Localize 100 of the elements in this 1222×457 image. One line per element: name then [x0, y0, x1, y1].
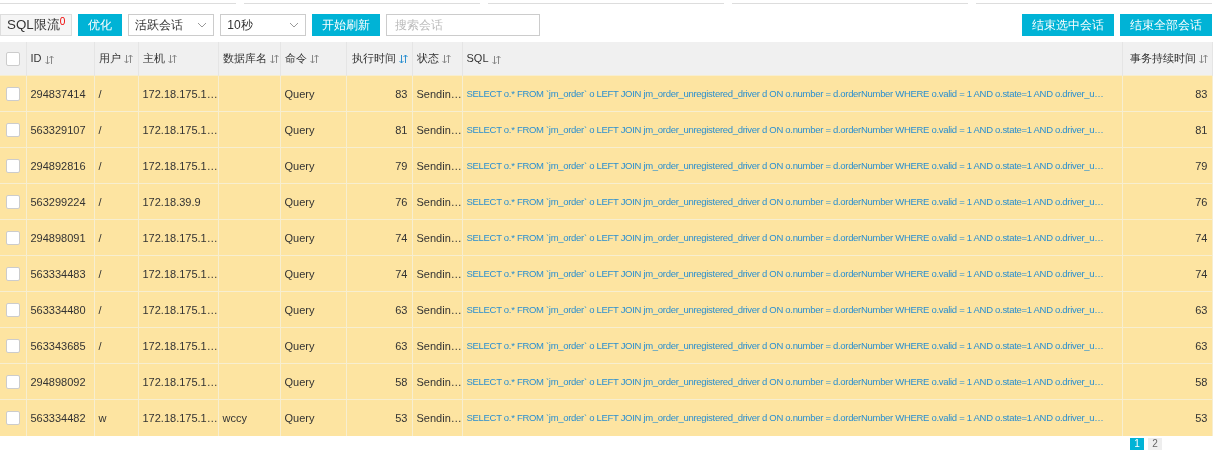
- table-cell: Sendin…: [416, 339, 462, 352]
- table-cell: /: [98, 303, 102, 316]
- table-cell: 563329107: [30, 123, 86, 136]
- table-cell: Query: [284, 195, 315, 208]
- table-cell: 81: [395, 123, 408, 136]
- checkbox[interactable]: [5, 194, 20, 209]
- table-cell: 53: [1195, 411, 1208, 424]
- checkbox[interactable]: [5, 410, 20, 425]
- table-cell: 63: [395, 339, 408, 352]
- table-cell: 79: [1195, 159, 1208, 172]
- table-cell: Query: [284, 339, 315, 352]
- table-cell: 563334482: [30, 411, 86, 424]
- table-cell: Query: [284, 303, 315, 316]
- table-cell: Query: [284, 123, 315, 136]
- sql-text: SELECT o.* FROM `jm_order` o LEFT JOIN jm_order_unregistered_driver d ON o.number = d.orderNumber WHERE o.valid = 1 AND o.state=1 AND o.driver_u…: [466, 196, 1104, 207]
- column-header[interactable]: 状态: [412, 42, 462, 76]
- table-cell: 172.18.175.1…: [142, 159, 218, 172]
- table-cell: 76: [1195, 195, 1208, 208]
- sql-text: SELECT o.* FROM `jm_order` o LEFT JOIN jm_order_unregistered_driver d ON o.number = d.orderNumber WHERE o.valid = 1 AND o.state=1 AND o.driver_u…: [466, 304, 1104, 315]
- table-cell: Query: [284, 411, 315, 424]
- table-cell: Query: [284, 375, 315, 388]
- sql-text: SELECT o.* FROM `jm_order` o LEFT JOIN jm_order_unregistered_driver d ON o.number = d.orderNumber WHERE o.valid = 1 AND o.state=1 AND o.driver_u…: [466, 124, 1104, 135]
- search-field[interactable]: 搜索会话: [386, 14, 541, 36]
- table-cell: 294892816: [30, 159, 86, 172]
- table-cell: 74: [395, 267, 408, 280]
- sort-icon[interactable]: [167, 54, 177, 65]
- column-header[interactable]: 用户: [94, 42, 138, 76]
- sql-text: SELECT o.* FROM `jm_order` o LEFT JOIN jm_order_unregistered_driver d ON o.number = d.orderNumber WHERE o.valid = 1 AND o.state=1 AND o.driver_u…: [466, 340, 1104, 351]
- table-cell: Sendin…: [416, 303, 462, 316]
- sort-icon[interactable]: [1198, 54, 1208, 65]
- column-header[interactable]: 主机: [138, 42, 218, 76]
- table-cell: /: [98, 339, 102, 352]
- page-button[interactable]: 2: [1148, 437, 1162, 450]
- sql-text: SELECT o.* FROM `jm_order` o LEFT JOIN jm_order_unregistered_driver d ON o.number = d.orderNumber WHERE o.valid = 1 AND o.state=1 AND o.driver_u…: [466, 268, 1104, 279]
- sort-icon[interactable]: [491, 54, 501, 65]
- table-cell: 63: [1195, 303, 1208, 316]
- sort-icon[interactable]: [123, 54, 133, 65]
- sort-icon[interactable]: [441, 54, 451, 65]
- table-cell: 172.18.175.1…: [142, 339, 218, 352]
- sort-icon[interactable]: [269, 54, 279, 65]
- table-cell: 172.18.175.1…: [142, 267, 218, 280]
- table-cell: 294898091: [30, 231, 86, 244]
- column-header[interactable]: 数据库名: [218, 42, 280, 76]
- table-cell: /: [98, 159, 102, 172]
- table-cell: 172.18.175.1…: [142, 375, 218, 388]
- table-cell: w: [98, 411, 107, 424]
- table-cell: Sendin…: [416, 411, 462, 424]
- column-header[interactable]: 执行时间: [346, 42, 412, 76]
- sort-icon[interactable]: [398, 54, 408, 65]
- checkbox[interactable]: [5, 158, 20, 173]
- column-header[interactable]: ID: [26, 42, 94, 76]
- table-cell: 172.18.175.1…: [142, 123, 218, 136]
- table-cell: Sendin…: [416, 267, 462, 280]
- table-cell: Query: [284, 267, 315, 280]
- table-cell: 76: [395, 195, 408, 208]
- table-cell: 74: [395, 231, 408, 244]
- table-cell: Sendin…: [416, 375, 462, 388]
- sql-text: SELECT o.* FROM `jm_order` o LEFT JOIN jm_order_unregistered_driver d ON o.number = d.orderNumber WHERE o.valid = 1 AND o.state=1 AND o.driver_u…: [466, 88, 1104, 99]
- table-cell: Query: [284, 231, 315, 244]
- sql-text: SELECT o.* FROM `jm_order` o LEFT JOIN jm_order_unregistered_driver d ON o.number = d.orderNumber WHERE o.valid = 1 AND o.state=1 AND o.driver_u…: [466, 412, 1104, 424]
- table-cell: Sendin…: [416, 195, 462, 208]
- column-header[interactable]: 事务持续时间: [1122, 42, 1212, 76]
- table-cell: 63: [395, 303, 408, 316]
- checkbox[interactable]: [5, 302, 20, 317]
- table-cell: /: [98, 87, 102, 100]
- checkbox[interactable]: [5, 374, 20, 389]
- table-cell: 172.18.175.1…: [142, 87, 218, 100]
- table-cell: Sendin…: [416, 123, 462, 136]
- checkbox[interactable]: [5, 338, 20, 353]
- interval-select[interactable]: 10秒: [220, 14, 307, 36]
- sql-text: SELECT o.* FROM `jm_order` o LEFT JOIN jm_order_unregistered_driver d ON o.number = d.orderNumber WHERE o.valid = 1 AND o.state=1 AND o.driver_u…: [466, 232, 1104, 243]
- table-cell: Sendin…: [416, 231, 462, 244]
- table-cell: 294837414: [30, 87, 86, 100]
- column-header[interactable]: 命令: [280, 42, 346, 76]
- table-cell: 172.18.39.9: [142, 195, 201, 208]
- chevron-down-icon: [197, 22, 208, 28]
- table-cell: 83: [395, 87, 408, 100]
- table-cell: 63: [1195, 339, 1208, 352]
- table-cell: 563299224: [30, 195, 86, 208]
- table-cell: 172.18.175.1…: [142, 231, 218, 244]
- table-cell: 563343685: [30, 339, 86, 352]
- sort-icon[interactable]: [44, 54, 54, 65]
- table-cell: 53: [395, 411, 408, 424]
- table-cell: /: [98, 231, 102, 244]
- table-cell: 294898092: [30, 375, 86, 388]
- table-cell: 58: [1195, 375, 1208, 388]
- table-cell: 563334483: [30, 267, 86, 280]
- column-header[interactable]: SQL: [462, 42, 1122, 76]
- table-cell: 81: [1195, 123, 1208, 136]
- table-cell: 74: [1195, 231, 1208, 244]
- checkbox[interactable]: [5, 51, 20, 66]
- checkbox[interactable]: [5, 86, 20, 101]
- session-select[interactable]: 活跃会话: [128, 14, 215, 36]
- sort-icon[interactable]: [309, 54, 319, 65]
- checkbox[interactable]: [5, 230, 20, 245]
- checkbox[interactable]: [5, 122, 20, 137]
- table-cell: 172.18.175.1…: [142, 411, 218, 424]
- table-cell: 172.18.175.1…: [142, 303, 218, 316]
- checkbox[interactable]: [5, 266, 20, 281]
- table-cell: Query: [284, 159, 315, 172]
